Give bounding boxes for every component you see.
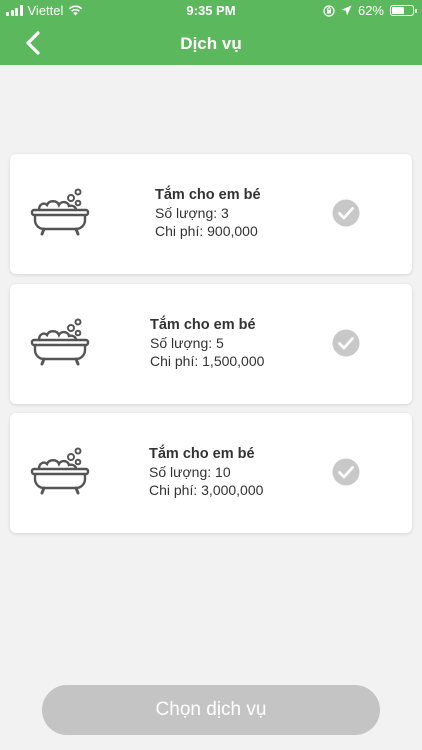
service-card[interactable]: Tắm cho em bé Số lượng: 10 Chi phí: 3,00… — [10, 413, 412, 533]
battery-fill — [392, 7, 404, 14]
service-info: Tắm cho em bé Số lượng: 3 Chi phí: 900,0… — [155, 186, 261, 240]
battery-icon — [390, 5, 417, 16]
bathtub-icon — [30, 188, 90, 236]
service-info: Tắm cho em bé Số lượng: 5 Chi phí: 1,500… — [150, 316, 264, 370]
nav-bar: Dịch vụ — [0, 22, 422, 65]
service-quantity: Số lượng: 3 — [155, 205, 229, 221]
battery-percent: 62% — [357, 3, 384, 18]
service-name: Tắm cho em bé — [149, 446, 255, 462]
service-card[interactable]: Tắm cho em bé Số lượng: 3 Chi phí: 900,0… — [10, 154, 412, 274]
check-circle-icon[interactable] — [332, 458, 360, 486]
status-bar: Viettel 9:35 PM 62% — [0, 0, 422, 22]
service-cost: Chi phí: 1,500,000 — [150, 353, 265, 369]
service-cost: Chi phí: 3,000,000 — [149, 482, 264, 498]
check-circle-icon[interactable] — [332, 199, 360, 227]
bathtub-icon — [30, 318, 90, 366]
orientation-lock-icon — [323, 4, 335, 17]
status-right: 62% — [323, 3, 417, 18]
check-circle-icon[interactable] — [332, 329, 360, 357]
service-cost: Chi phí: 900,000 — [155, 223, 258, 239]
bathtub-icon — [30, 447, 90, 495]
location-arrow-icon — [341, 5, 352, 16]
page-title: Dịch vụ — [180, 34, 242, 53]
service-name: Tắm cho em bé — [155, 187, 261, 203]
service-quantity: Số lượng: 5 — [150, 335, 224, 351]
service-quantity: Số lượng: 10 — [149, 464, 231, 480]
service-card[interactable]: Tắm cho em bé Số lượng: 5 Chi phí: 1,500… — [10, 284, 412, 404]
service-info: Tắm cho em bé Số lượng: 10 Chi phí: 3,00… — [149, 445, 263, 499]
service-name: Tắm cho em bé — [150, 317, 256, 333]
choose-service-button[interactable]: Chọn dịch vụ — [42, 685, 380, 735]
